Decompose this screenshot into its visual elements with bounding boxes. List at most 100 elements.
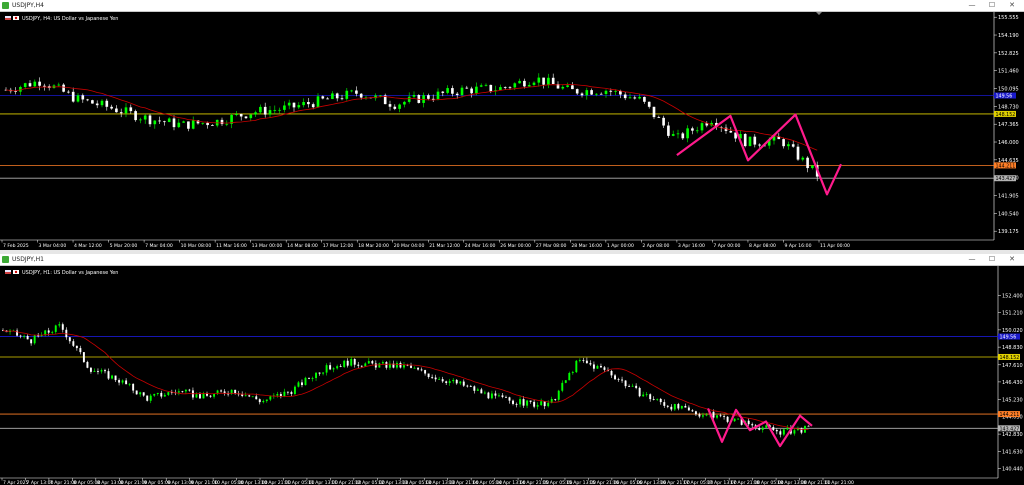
candle-bull xyxy=(460,87,464,96)
candle-bear xyxy=(82,352,85,362)
candle-bear xyxy=(533,401,536,407)
candle-bull xyxy=(269,396,272,400)
candle-bull xyxy=(578,359,581,361)
y-tick-label: 147.610 xyxy=(1002,363,1023,369)
candle-bull xyxy=(422,95,425,103)
candle-bull xyxy=(571,372,574,373)
candle-bull xyxy=(395,362,398,368)
candle-bull xyxy=(801,157,805,160)
candle-bear xyxy=(79,348,82,353)
candle-bull xyxy=(139,392,142,395)
candle-bear xyxy=(624,380,627,387)
candle-bull xyxy=(316,96,320,108)
candle-bull xyxy=(121,380,124,383)
candle-bull xyxy=(58,324,61,326)
candle-bear xyxy=(290,392,293,394)
candle-bear xyxy=(508,397,511,401)
close-button[interactable]: ✕ xyxy=(1002,0,1022,11)
candle-bear xyxy=(311,104,315,108)
candle-bull xyxy=(251,396,254,398)
candle-bear xyxy=(38,81,41,86)
window-titlebar[interactable]: USDJPY,H1 — ☐ ✕ xyxy=(0,254,1024,266)
minimize-button[interactable]: — xyxy=(962,254,982,265)
candle-bull xyxy=(413,367,416,369)
chart-window-h4[interactable]: USDJPY,H4 — ☐ ✕ USDJPY, H4: US Dollar vs… xyxy=(0,0,1024,250)
candle-bear xyxy=(248,395,251,397)
candle-bear xyxy=(712,411,715,418)
candle-bull xyxy=(302,102,305,106)
candle-bear xyxy=(61,324,64,330)
candle-bear xyxy=(89,367,92,372)
candle-bull xyxy=(680,405,683,409)
candle-bull xyxy=(350,358,353,366)
candle-bear xyxy=(62,84,65,92)
window-titlebar[interactable]: USDJPY,H4 — ☐ ✕ xyxy=(0,0,1024,12)
chart-header: USDJPY, H1: US Dollar vs Japanese Yen xyxy=(22,270,118,276)
candle-bull xyxy=(566,85,569,87)
candle-bear xyxy=(729,130,733,133)
candle-bull xyxy=(177,122,181,128)
candle-bull xyxy=(57,84,61,86)
candle-bull xyxy=(156,392,159,394)
candle-bear xyxy=(81,95,85,100)
candle-bear xyxy=(523,80,526,87)
candle-bull xyxy=(527,84,531,87)
candle-bear xyxy=(97,371,99,372)
candle-bull xyxy=(475,86,478,94)
close-button[interactable]: ✕ xyxy=(1002,254,1022,265)
candle-bull xyxy=(695,130,699,132)
y-tick-label: 147.365 xyxy=(998,122,1019,128)
candle-bull xyxy=(536,405,539,407)
candle-bear xyxy=(599,365,602,368)
x-tick-label: 1 Apr 00:00 xyxy=(607,243,634,249)
y-tick-label: 150.020 xyxy=(1002,328,1023,334)
candle-bull xyxy=(325,365,328,373)
candle-bear xyxy=(129,107,133,112)
candle-bear xyxy=(43,85,46,87)
candle-bull xyxy=(700,123,704,131)
candle-bear xyxy=(209,395,212,397)
y-tick-label: 139.175 xyxy=(998,229,1019,235)
candle-bear xyxy=(649,394,652,400)
candle-bear xyxy=(91,100,94,104)
candle-bear xyxy=(473,386,476,391)
candle-bear xyxy=(206,122,209,126)
candle-bear xyxy=(72,341,75,346)
maximize-button[interactable]: ☐ xyxy=(982,0,1002,11)
plot-area-h1[interactable]: USDJPY, H1: US Dollar vs Japanese Yen 152… xyxy=(0,266,1024,485)
candle-bull xyxy=(676,133,680,135)
candle-bull xyxy=(483,392,486,394)
candle-bear xyxy=(308,377,310,379)
candle-bear xyxy=(431,376,434,378)
candle-bull xyxy=(484,84,488,86)
chart-window-h1[interactable]: USDJPY,H1 — ☐ ✕ USDJPY, H1: US Dollar vs… xyxy=(0,254,1024,485)
candle-bull xyxy=(287,102,291,106)
candle-bear xyxy=(148,115,152,125)
y-tick-label: 145.230 xyxy=(1002,397,1023,403)
x-tick-label: 2 Apr 08:00 xyxy=(642,243,669,249)
candle-bear xyxy=(469,385,472,387)
candle-bull xyxy=(249,114,253,119)
candle-bear xyxy=(806,157,809,169)
candle-bear xyxy=(239,113,243,117)
candle-bear xyxy=(199,394,201,399)
candle-bear xyxy=(292,102,296,108)
candle-bear xyxy=(30,339,33,344)
candle-bear xyxy=(163,121,166,123)
x-tick-label: 4 Mar 12:00 xyxy=(74,243,102,249)
candle-bear xyxy=(241,394,244,397)
candle-bear xyxy=(691,128,694,131)
maximize-button[interactable]: ☐ xyxy=(982,254,1002,265)
candle-bear xyxy=(371,361,374,364)
candle-bear xyxy=(326,98,329,100)
plot-area-h4[interactable]: USDJPY, H4: US Dollar vs Japanese Yen 155… xyxy=(0,12,1024,250)
candle-bear xyxy=(451,88,454,94)
candle-bear xyxy=(14,91,17,92)
minimize-button[interactable]: — xyxy=(962,0,982,11)
candle-bear xyxy=(26,335,29,340)
candle-bull xyxy=(811,165,814,169)
candle-bear xyxy=(357,364,360,366)
candle-bear xyxy=(571,85,574,90)
symbol-flag-icon xyxy=(5,18,11,20)
candle-bull xyxy=(596,365,599,369)
